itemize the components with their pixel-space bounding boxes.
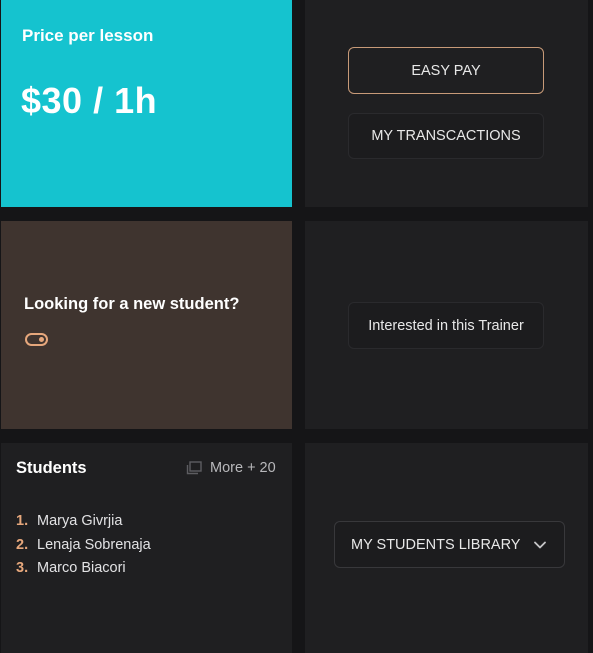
chevron-down-icon [534, 541, 546, 548]
list-item[interactable]: 2. Lenaja Sobrenaja [16, 537, 151, 561]
student-name: Marco Biacori [37, 560, 126, 576]
looking-for-student-card [1, 221, 292, 429]
my-transactions-label: MY TRANSCACTIONS [371, 128, 521, 144]
price-value: $30 / 1h [21, 80, 158, 121]
easy-pay-label: EASY PAY [411, 62, 481, 79]
more-students-link[interactable]: More + 20 [186, 460, 276, 476]
students-title: Students [16, 459, 87, 477]
payment-card [305, 0, 588, 207]
interested-in-trainer-button[interactable]: Interested in this Trainer [348, 302, 544, 349]
students-library-label: MY STUDENTS LIBRARY [351, 536, 521, 553]
my-transactions-button[interactable]: MY TRANSCACTIONS [348, 113, 544, 159]
looking-for-student-toggle[interactable] [25, 333, 48, 346]
looking-for-student-title: Looking for a new student? [24, 295, 240, 313]
more-students-label: More + 20 [210, 460, 276, 476]
library-icon [186, 461, 202, 475]
student-number: 2. [16, 536, 29, 553]
easy-pay-button[interactable]: EASY PAY [348, 47, 544, 94]
student-number: 3. [16, 560, 29, 576]
price-card: Price per lesson $30 / 1h [1, 0, 292, 207]
student-number: 1. [16, 513, 29, 529]
student-name: Marya Givrjia [37, 513, 123, 529]
student-name: Lenaja Sobrenaja [37, 536, 151, 553]
list-item[interactable]: 1. Marya Givrjia [16, 513, 151, 537]
list-item[interactable]: 3. Marco Biacori [16, 560, 151, 584]
toggle-knob [39, 337, 44, 342]
price-label: Price per lesson [22, 26, 154, 45]
students-library-dropdown[interactable]: MY STUDENTS LIBRARY [334, 521, 565, 568]
interested-in-trainer-label: Interested in this Trainer [368, 317, 524, 334]
student-list: 1. Marya Givrjia 2. Lenaja Sobrenaja 3. … [16, 513, 151, 584]
